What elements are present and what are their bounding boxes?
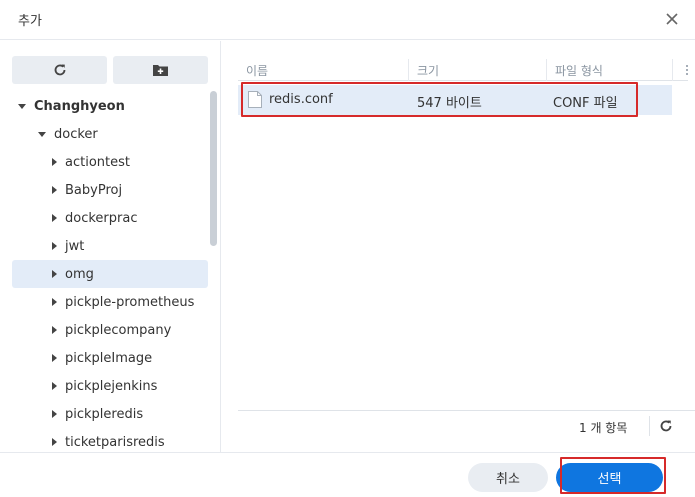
- tree-scrollbar[interactable]: [210, 91, 217, 246]
- new-folder-icon: [153, 65, 168, 76]
- triangle-expand-icon[interactable]: [52, 158, 57, 166]
- tree-item-babyproj[interactable]: BabyProj: [12, 176, 208, 204]
- triangle-expand-icon[interactable]: [52, 270, 57, 278]
- tree-item-label: ticketparisredis: [65, 434, 165, 450]
- tree-item-actiontest[interactable]: actiontest: [12, 148, 208, 176]
- triangle-expand-icon[interactable]: [52, 382, 57, 390]
- column-divider[interactable]: [408, 59, 409, 81]
- tree-item-label: dockerprac: [65, 210, 138, 226]
- kebab-menu-icon[interactable]: [686, 63, 689, 77]
- triangle-expand-icon[interactable]: [52, 298, 57, 306]
- new-folder-button[interactable]: [113, 56, 208, 84]
- tree-folder-docker[interactable]: docker: [38, 120, 220, 148]
- tree-item-label: pickpleImage: [65, 350, 153, 366]
- tree-root-changhyeon[interactable]: Changhyeon: [18, 92, 214, 120]
- cancel-button[interactable]: 취소: [468, 463, 548, 492]
- dialog-title-bar: 추가: [0, 0, 695, 40]
- folder-tree-pane: Changhyeon docker actiontest BabyProj do…: [0, 41, 221, 452]
- refresh-list-button[interactable]: [657, 417, 675, 435]
- tree-item-label: BabyProj: [65, 182, 123, 198]
- tree-folder-label: docker: [54, 126, 98, 142]
- tree-item-ticketparisredis[interactable]: ticketparisredis: [12, 428, 208, 452]
- highlight-box: [241, 82, 638, 117]
- column-name-header[interactable]: 이름: [246, 62, 268, 79]
- highlight-box: [560, 457, 666, 494]
- triangle-expand-icon[interactable]: [52, 354, 57, 362]
- tree-item-pickplecompany[interactable]: pickplecompany: [12, 316, 208, 344]
- column-divider[interactable]: [672, 59, 673, 81]
- item-count: 1 개 항목: [579, 421, 628, 435]
- refresh-button[interactable]: [12, 56, 107, 84]
- triangle-expand-icon[interactable]: [52, 186, 57, 194]
- close-icon[interactable]: [663, 10, 681, 28]
- tree-item-pickplejenkins[interactable]: pickplejenkins: [12, 372, 208, 400]
- column-divider[interactable]: [546, 59, 547, 81]
- tree-item-label: actiontest: [65, 154, 130, 170]
- tree-item-label: pickplecompany: [65, 322, 172, 338]
- tree-root-label: Changhyeon: [34, 98, 125, 114]
- triangle-expand-icon[interactable]: [52, 242, 57, 250]
- triangle-expand-icon[interactable]: [52, 214, 57, 222]
- tree-item-label: jwt: [65, 238, 85, 254]
- column-size-header[interactable]: 크기: [417, 62, 439, 79]
- triangle-collapse-icon[interactable]: [18, 103, 26, 109]
- tree-item-pickpleimage[interactable]: pickpleImage: [12, 344, 208, 372]
- tree-item-label: pickpleredis: [65, 406, 144, 422]
- refresh-icon: [660, 420, 672, 432]
- tree-item-jwt[interactable]: jwt: [12, 232, 208, 260]
- triangle-expand-icon[interactable]: [52, 438, 57, 446]
- dialog-title: 추가: [18, 14, 42, 29]
- tree-item-pickpleredis[interactable]: pickpleredis: [12, 400, 208, 428]
- refresh-icon: [54, 64, 65, 76]
- tree-item-omg[interactable]: omg: [12, 260, 208, 288]
- tree-item-label: pickple-prometheus: [65, 294, 195, 310]
- tree-item-label: omg: [65, 266, 94, 282]
- column-type-header[interactable]: 파일 형식: [555, 62, 603, 79]
- footer-divider: [649, 416, 650, 436]
- file-list-footer: 1 개 항목: [238, 410, 695, 440]
- triangle-collapse-icon[interactable]: [38, 131, 46, 137]
- file-list-header: 이름 크기 파일 형식: [238, 59, 688, 81]
- triangle-expand-icon[interactable]: [52, 410, 57, 418]
- tree-item-dockerprac[interactable]: dockerprac: [12, 204, 208, 232]
- triangle-expand-icon[interactable]: [52, 326, 57, 334]
- tree-item-pickple-prometheus[interactable]: pickple-prometheus: [12, 288, 208, 316]
- tree-item-label: pickplejenkins: [65, 378, 158, 394]
